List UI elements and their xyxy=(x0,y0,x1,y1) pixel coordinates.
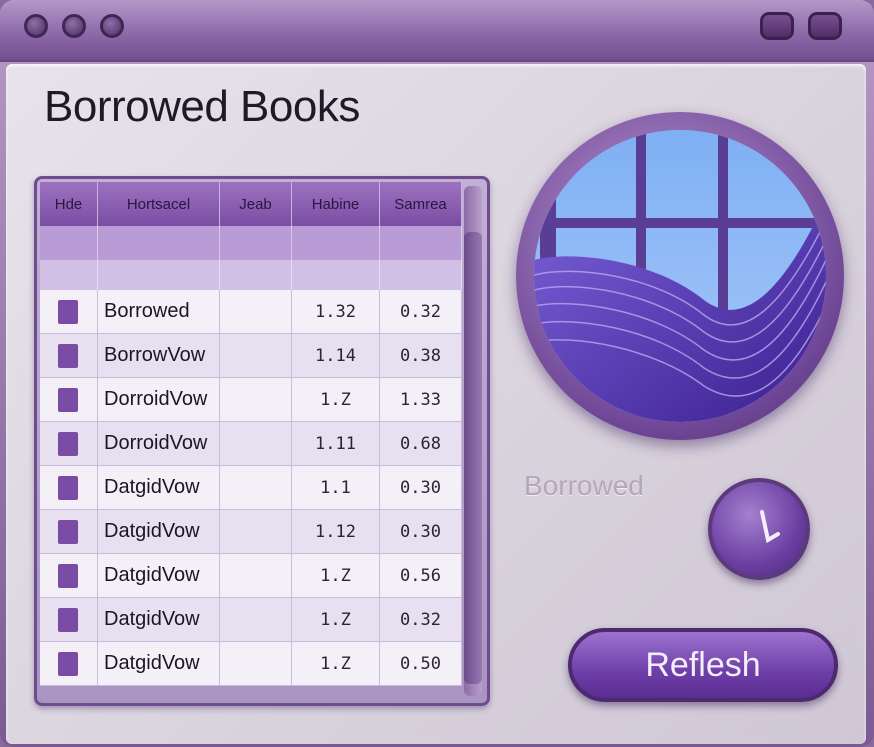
value-cell: 1.Z xyxy=(292,378,380,422)
empty-cell xyxy=(40,226,98,260)
empty-cell xyxy=(220,260,292,290)
row-checkbox[interactable] xyxy=(58,431,78,456)
window-wave-icon xyxy=(534,130,826,422)
column-header[interactable]: Hortsacel xyxy=(98,182,220,226)
row-select-cell xyxy=(40,554,98,598)
row-select-cell xyxy=(40,642,98,686)
book-title-cell[interactable]: BorrowVow xyxy=(98,334,220,378)
empty-cell xyxy=(220,334,292,378)
empty-cell xyxy=(220,598,292,642)
row-select-cell xyxy=(40,598,98,642)
minimize-window-button[interactable] xyxy=(62,14,86,38)
value-cell: 0.38 xyxy=(380,334,462,378)
title-bar xyxy=(0,0,874,62)
value-cell: 1.33 xyxy=(380,378,462,422)
value-cell: 1.11 xyxy=(292,422,380,466)
close-window-button[interactable] xyxy=(24,14,48,38)
empty-cell xyxy=(98,260,220,290)
titlebar-control-1[interactable] xyxy=(760,12,794,40)
column-header[interactable]: Samrea xyxy=(380,182,462,226)
value-cell: 1.32 xyxy=(292,290,380,334)
empty-cell xyxy=(220,642,292,686)
refresh-button[interactable]: Reflesh xyxy=(568,628,838,702)
empty-cell xyxy=(292,260,380,290)
empty-cell xyxy=(292,226,380,260)
row-select-cell xyxy=(40,422,98,466)
value-cell: 1.Z xyxy=(292,554,380,598)
value-cell: 0.32 xyxy=(380,598,462,642)
row-checkbox[interactable] xyxy=(58,475,78,500)
titlebar-control-2[interactable] xyxy=(808,12,842,40)
row-select-cell xyxy=(40,378,98,422)
book-title-cell[interactable]: DatgidVow xyxy=(98,554,220,598)
value-cell: 1.12 xyxy=(292,510,380,554)
row-checkbox[interactable] xyxy=(58,563,78,588)
value-cell: 0.56 xyxy=(380,554,462,598)
empty-cell xyxy=(380,260,462,290)
book-title-cell[interactable]: DorroidVow xyxy=(98,378,220,422)
app-window: Borrowed Books Hde Hortsacel Jeab Habine… xyxy=(0,0,874,747)
value-cell: 1.14 xyxy=(292,334,380,378)
book-title-cell[interactable]: DorroidVow xyxy=(98,422,220,466)
empty-cell xyxy=(220,554,292,598)
value-cell: 0.68 xyxy=(380,422,462,466)
empty-cell xyxy=(380,226,462,260)
maximize-window-button[interactable] xyxy=(100,14,124,38)
empty-cell xyxy=(220,378,292,422)
value-cell: 0.50 xyxy=(380,642,462,686)
value-cell: 1.1 xyxy=(292,466,380,510)
row-select-cell xyxy=(40,334,98,378)
row-checkbox[interactable] xyxy=(58,519,78,544)
value-cell: 0.32 xyxy=(380,290,462,334)
value-cell: 1.Z xyxy=(292,642,380,686)
history-button[interactable] xyxy=(708,478,810,580)
empty-cell xyxy=(220,290,292,334)
row-select-cell xyxy=(40,290,98,334)
empty-cell xyxy=(220,466,292,510)
row-select-cell xyxy=(40,466,98,510)
book-title-cell[interactable]: DatgidVow xyxy=(98,466,220,510)
table-scrollbar-thumb[interactable] xyxy=(464,232,482,684)
column-header[interactable]: Jeab xyxy=(220,182,292,226)
row-checkbox[interactable] xyxy=(58,299,78,324)
book-title-cell[interactable]: DatgidVow xyxy=(98,510,220,554)
row-checkbox[interactable] xyxy=(58,651,78,676)
empty-cell xyxy=(220,510,292,554)
books-table: Hde Hortsacel Jeab Habine Samrea Borrowe… xyxy=(40,182,462,700)
clock-icon xyxy=(760,510,780,544)
column-header[interactable]: Hde xyxy=(40,182,98,226)
row-select-cell xyxy=(40,510,98,554)
book-title-cell[interactable]: DatgidVow xyxy=(98,642,220,686)
row-checkbox[interactable] xyxy=(58,387,78,412)
row-checkbox[interactable] xyxy=(58,607,78,632)
book-title-cell[interactable]: DatgidVow xyxy=(98,598,220,642)
value-cell: 1.Z xyxy=(292,598,380,642)
page-title: Borrowed Books xyxy=(44,82,360,131)
row-checkbox[interactable] xyxy=(58,343,78,368)
column-header[interactable]: Habine xyxy=(292,182,380,226)
empty-cell xyxy=(220,422,292,466)
book-title-cell[interactable]: Borrowed xyxy=(98,290,220,334)
empty-cell xyxy=(40,260,98,290)
empty-cell xyxy=(220,226,292,260)
window-illustration xyxy=(534,130,826,422)
value-cell: 0.30 xyxy=(380,510,462,554)
value-cell: 0.30 xyxy=(380,466,462,510)
status-label: Borrowed xyxy=(524,470,644,501)
empty-cell xyxy=(98,226,220,260)
